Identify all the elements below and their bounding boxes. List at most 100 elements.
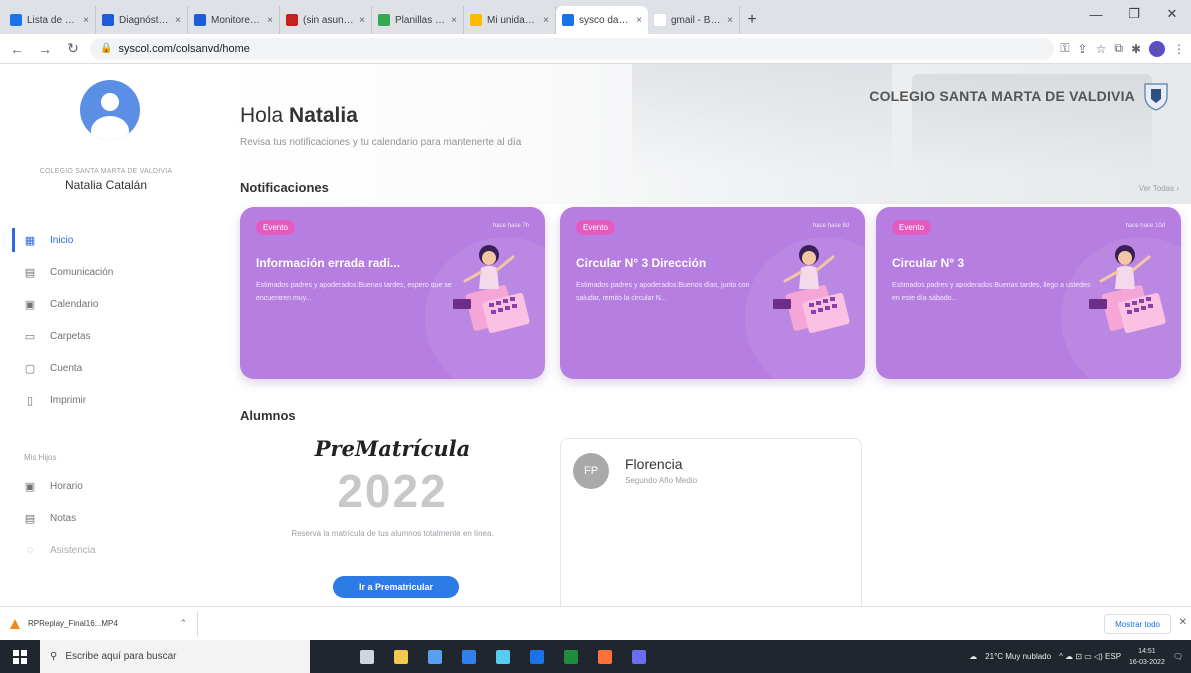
greeting-prefix: Hola (240, 104, 290, 127)
sidebar-item[interactable]: ▤ Notas (12, 502, 212, 534)
store-icon[interactable] (420, 642, 450, 672)
tab-favicon-icon (10, 14, 22, 26)
puzzle-icon[interactable]: ✱ (1131, 42, 1141, 56)
weather-text[interactable]: 21°C Muy nublado (985, 652, 1051, 661)
chevron-up-icon[interactable]: ⌃ (179, 618, 187, 629)
task-view-icon[interactable] (352, 642, 382, 672)
share-icon[interactable]: ⇪ (1078, 42, 1088, 56)
tab-close-icon[interactable]: × (175, 15, 181, 26)
see-all-link[interactable]: Ver Todas › (1139, 184, 1179, 193)
prematricular-button[interactable]: Ir a Prematricular (333, 576, 459, 598)
back-icon[interactable]: ← (6, 38, 28, 60)
sidebar: COLEGIO SANTA MARTA DE VALDIVIA Natalia … (0, 64, 212, 606)
browser-tab[interactable]: (sin asunto) - ec × (280, 6, 372, 34)
tab-close-icon[interactable]: × (83, 15, 89, 26)
forward-icon[interactable]: → (34, 38, 56, 60)
tab-favicon-icon (194, 14, 206, 26)
notifications-icon[interactable]: 🗨 (1173, 652, 1183, 661)
photos-icon[interactable] (488, 642, 518, 672)
mail-icon[interactable] (454, 642, 484, 672)
sidebar-item-icon: ▣ (24, 480, 36, 493)
sidebar-item-icon: ▢ (24, 362, 36, 375)
event-badge: Evento (576, 220, 615, 235)
user-avatar[interactable] (80, 80, 140, 140)
minimize-icon[interactable]: — (1077, 0, 1115, 28)
chrome-icon[interactable] (522, 642, 552, 672)
sidebar-item-label: Asistencia (50, 544, 96, 556)
sidebar-item[interactable]: ▢ Cuenta (12, 352, 212, 384)
sidebar-item-label: Inicio (50, 234, 74, 246)
calendar-illustration-icon (765, 241, 855, 333)
page-greeting: Hola Natalia (240, 104, 358, 128)
tab-close-icon[interactable]: × (359, 15, 365, 26)
tab-close-icon[interactable]: × (543, 15, 549, 26)
clock-date: 16-03-2022 (1129, 658, 1165, 666)
sidebar-item[interactable]: ▭ Carpetas (12, 320, 212, 352)
sidebar-item[interactable]: ▦ Inicio (12, 224, 212, 256)
browser-tab[interactable]: Monitoreo del Cl × (188, 6, 280, 34)
sidebar-item[interactable]: ◌ Asistencia (12, 534, 212, 566)
sidebar-item-icon: ◌ (26, 544, 34, 556)
browser-tab[interactable]: Mi unidad - Goo × (464, 6, 556, 34)
address-bar[interactable]: 🔒 syscol.com/colsanvd/home (90, 37, 1055, 60)
tab-label: Monitoreo del Cl (211, 14, 262, 26)
sidebar-item[interactable]: ▣ Calendario (12, 288, 212, 320)
sidebar-section-label: Mis Hijos (24, 453, 57, 462)
window-controls: — ❐ ✕ (1077, 0, 1191, 28)
extension-icon[interactable]: ⧉ (1114, 41, 1123, 56)
browser-toolbar: ← → ↻ 🔒 syscol.com/colsanvd/home ⚿ ⇪ ☆ ⧉… (0, 34, 1191, 64)
tab-favicon-icon (102, 14, 114, 26)
taskbar-search[interactable]: ⚲ Escribe aquí para buscar (40, 640, 310, 673)
card-body: Estimados padres y apoderados:Buenas tar… (256, 282, 452, 302)
download-item[interactable]: RPReplay_Final16...MP4 ⌃ (0, 611, 198, 636)
reload-icon[interactable]: ↻ (62, 38, 84, 60)
maximize-icon[interactable]: ❐ (1115, 0, 1153, 28)
start-button[interactable] (0, 640, 40, 673)
student-grade: Segundo Año Medio (625, 476, 698, 485)
weather-icon[interactable]: ☁ (969, 652, 977, 661)
show-all-downloads-button[interactable]: Mostrar todo (1104, 614, 1171, 634)
app-window: COLEGIO SANTA MARTA DE VALDIVIA Natalia … (0, 64, 1191, 606)
new-tab-icon[interactable]: + (740, 6, 764, 34)
sidebar-item-label: Notas (50, 512, 77, 524)
browser-tab[interactable]: gmail - Búsqued × (648, 6, 740, 34)
notification-card[interactable]: Evento hace hace 8d Circular N° 3 Direcció… (560, 207, 865, 379)
sidebar-user-name: Natalia Catalán (64, 178, 148, 192)
browser-tab[interactable]: Planillas - Goo × (372, 6, 464, 34)
browser-tab[interactable]: Lista de usuarios × (4, 6, 96, 34)
tab-label: sysco datos SN (579, 14, 632, 26)
tab-favicon-icon (654, 14, 666, 26)
close-download-bar-icon[interactable]: ✕ (1179, 617, 1187, 628)
star-icon[interactable]: ☆ (1096, 42, 1107, 56)
sidebar-item-label: Imprimir (50, 394, 87, 406)
browser-tab[interactable]: Diagnóstico inte × (96, 6, 188, 34)
browser-tab[interactable]: sysco datos SN × (556, 6, 648, 34)
close-window-icon[interactable]: ✕ (1153, 0, 1191, 28)
key-icon[interactable]: ⚿ (1060, 41, 1069, 56)
tray-icons[interactable]: ^ ☁ ⊡ ▭ ◁) ESP (1059, 652, 1121, 661)
student-name: Florencia (625, 456, 683, 472)
tab-close-icon[interactable]: × (727, 15, 733, 26)
sidebar-item[interactable]: ▯ Imprimir (12, 384, 212, 416)
tab-close-icon[interactable]: × (636, 15, 642, 26)
notification-card[interactable]: Evento hace hace 7h Información errada rad… (240, 207, 545, 379)
tab-label: (sin asunto) - ec (303, 14, 355, 26)
profile-avatar[interactable]: N (1149, 40, 1165, 57)
system-tray: ☁ 21°C Muy nublado ^ ☁ ⊡ ▭ ◁) ESP 14:51 … (969, 640, 1191, 673)
hero-background (212, 64, 1191, 204)
notification-card[interactable]: Evento hace hace 10d Circular N° 3 Estimado… (876, 207, 1181, 379)
tab-close-icon[interactable]: × (451, 15, 457, 26)
file-explorer-icon[interactable] (386, 642, 416, 672)
excel-icon[interactable] (556, 642, 586, 672)
student-card[interactable]: FP Florencia Segundo Año Medio (560, 438, 862, 606)
clock-time: 14:51 (1138, 647, 1156, 655)
sidebar-item-icon: ▯ (26, 394, 34, 407)
firefox-icon[interactable] (590, 642, 620, 672)
tab-close-icon[interactable]: × (267, 15, 273, 26)
tab-favicon-icon (286, 14, 298, 26)
menu-dots-icon[interactable]: ⋮ (1173, 42, 1185, 56)
teams-icon[interactable] (624, 642, 654, 672)
sidebar-item[interactable]: ▣ Horario (12, 470, 212, 502)
taskbar-clock[interactable]: 14:51 16-03-2022 (1129, 646, 1165, 668)
sidebar-item[interactable]: ▤ Comunicación (12, 256, 212, 288)
